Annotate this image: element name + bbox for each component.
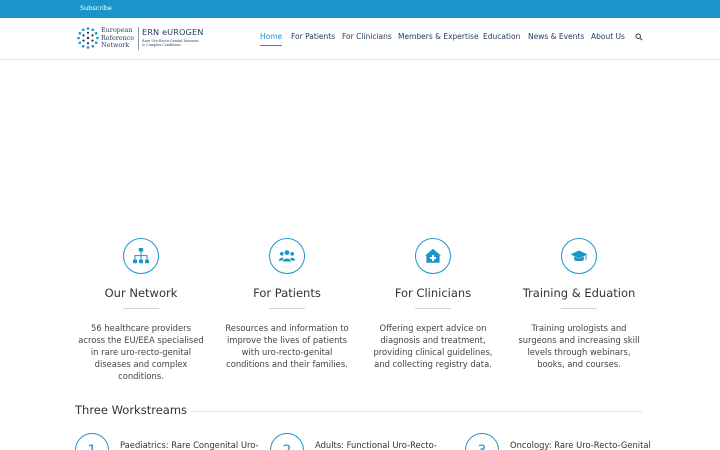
nav-about-us[interactable]: About Us — [591, 32, 625, 41]
nav-for-clinicians[interactable]: For Clinicians — [342, 32, 392, 41]
patients-icon — [278, 250, 296, 262]
feature-divider — [269, 308, 305, 309]
nav-members-expertise[interactable]: Members & Expertise — [398, 32, 479, 41]
workstream-number: 1 — [75, 433, 109, 450]
search-icon[interactable] — [635, 33, 643, 41]
graduation-cap-icon — [570, 250, 588, 262]
feature-icon-circle[interactable] — [415, 238, 451, 274]
workstream-number: 2 — [270, 433, 304, 450]
workstream-number: 3 — [465, 433, 499, 450]
feature-description: Training urologists and surgeons and inc… — [518, 323, 640, 369]
feature-title: Training & Eduation — [522, 286, 636, 300]
network-icon — [133, 248, 149, 264]
feature-icon-circle[interactable] — [123, 238, 159, 274]
site-header: European Reference Network ERN eUROGEN R… — [0, 18, 720, 60]
workstreams-heading: Three Workstreams — [75, 403, 188, 417]
top-bar: Subscribe — [0, 0, 720, 18]
feature-our-network: Our Network 56 healthcare providers acro… — [76, 238, 206, 382]
workstream-title[interactable]: Oncology: Rare Uro-Recto-Genital — [510, 440, 651, 450]
nav-home[interactable]: Home — [260, 32, 283, 46]
feature-for-clinicians: For Clinicians Offering expert advice on… — [368, 238, 498, 370]
clinic-icon — [425, 248, 441, 263]
feature-divider — [123, 308, 159, 309]
nav-education[interactable]: Education — [483, 32, 520, 41]
nav-for-patients[interactable]: For Patients — [291, 32, 335, 41]
workstreams-divider — [190, 411, 642, 412]
workstream-title[interactable]: Paediatrics: Rare Congenital Uro- — [120, 440, 259, 450]
feature-description: 56 healthcare providers across the EU/EE… — [78, 323, 204, 381]
main-nav: Home For Patients For Clinicians Members… — [0, 18, 720, 60]
feature-for-patients: For Patients Resources and information t… — [222, 238, 352, 370]
nav-news-events[interactable]: News & Events — [528, 32, 584, 41]
subscribe-link[interactable]: Subscribe — [80, 4, 112, 12]
feature-training-education: Training & Eduation Training urologists … — [514, 238, 644, 370]
feature-title: For Clinicians — [394, 286, 472, 300]
feature-divider — [561, 308, 597, 309]
feature-divider — [415, 308, 451, 309]
feature-icon-circle[interactable] — [269, 238, 305, 274]
feature-description: Resources and information to improve the… — [225, 323, 349, 369]
feature-description: Offering expert advice on diagnosis and … — [373, 323, 493, 369]
feature-icon-circle[interactable] — [561, 238, 597, 274]
feature-title: For Patients — [253, 286, 321, 300]
workstream-title[interactable]: Adults: Functional Uro-Recto- — [315, 440, 437, 450]
feature-title: Our Network — [104, 286, 178, 300]
